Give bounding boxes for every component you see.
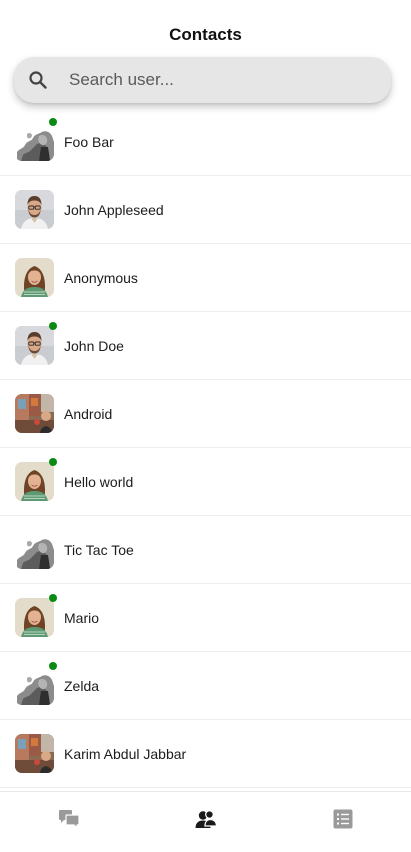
online-status-dot <box>49 322 57 330</box>
search-icon <box>28 70 48 90</box>
list-icon <box>333 809 353 829</box>
contact-list: Foo Bar John Appleseed Anonymous John Doe An… <box>0 108 411 788</box>
contact-name: Foo Bar <box>64 133 114 150</box>
contact-row[interactable]: Hello world <box>0 448 411 516</box>
contact-name: Karim Abdul Jabbar <box>64 745 187 762</box>
contact-row[interactable]: John Doe <box>0 312 411 380</box>
search-bar[interactable] <box>14 57 391 103</box>
page-title: Contacts <box>169 25 242 44</box>
avatar <box>15 190 54 229</box>
contact-row[interactable]: John Appleseed <box>0 176 411 244</box>
header: Contacts <box>0 0 411 56</box>
online-status-dot <box>49 118 57 126</box>
avatar <box>15 662 57 705</box>
online-status-dot <box>49 594 57 602</box>
contact-name: Zelda <box>64 677 100 694</box>
contact-name: Android <box>64 405 113 422</box>
contact-row[interactable]: Foo Bar <box>0 108 411 176</box>
contact-name: Hello world <box>64 473 134 490</box>
contact-row[interactable]: Android <box>0 380 411 448</box>
contact-row[interactable]: Zelda <box>0 652 411 720</box>
contact-name: John Appleseed <box>64 201 164 218</box>
avatar <box>15 394 54 433</box>
tab-contacts[interactable] <box>137 792 274 838</box>
contact-name: John Doe <box>64 337 124 354</box>
search-input[interactable] <box>69 70 359 90</box>
chat-bubbles-icon <box>58 809 80 829</box>
contact-name: Mario <box>64 609 100 626</box>
avatar <box>15 530 54 569</box>
contact-row[interactable]: Tic Tac Toe <box>0 516 411 584</box>
contacts-icon <box>194 809 218 829</box>
avatar <box>15 258 54 297</box>
contact-row[interactable]: Anonymous <box>0 244 411 312</box>
avatar <box>15 594 57 637</box>
online-status-dot <box>49 662 57 670</box>
online-status-dot <box>49 458 57 466</box>
avatar <box>15 118 57 161</box>
avatar <box>15 458 57 501</box>
contact-row[interactable]: Karim Abdul Jabbar <box>0 720 411 788</box>
tab-bar <box>0 791 411 852</box>
avatar <box>15 734 54 773</box>
contact-row[interactable]: Mario <box>0 584 411 652</box>
avatar <box>15 322 57 365</box>
contact-name: Tic Tac Toe <box>64 541 134 558</box>
tab-chat-bubbles[interactable] <box>0 792 137 838</box>
contact-name: Anonymous <box>64 269 138 286</box>
tab-list[interactable] <box>274 792 411 838</box>
